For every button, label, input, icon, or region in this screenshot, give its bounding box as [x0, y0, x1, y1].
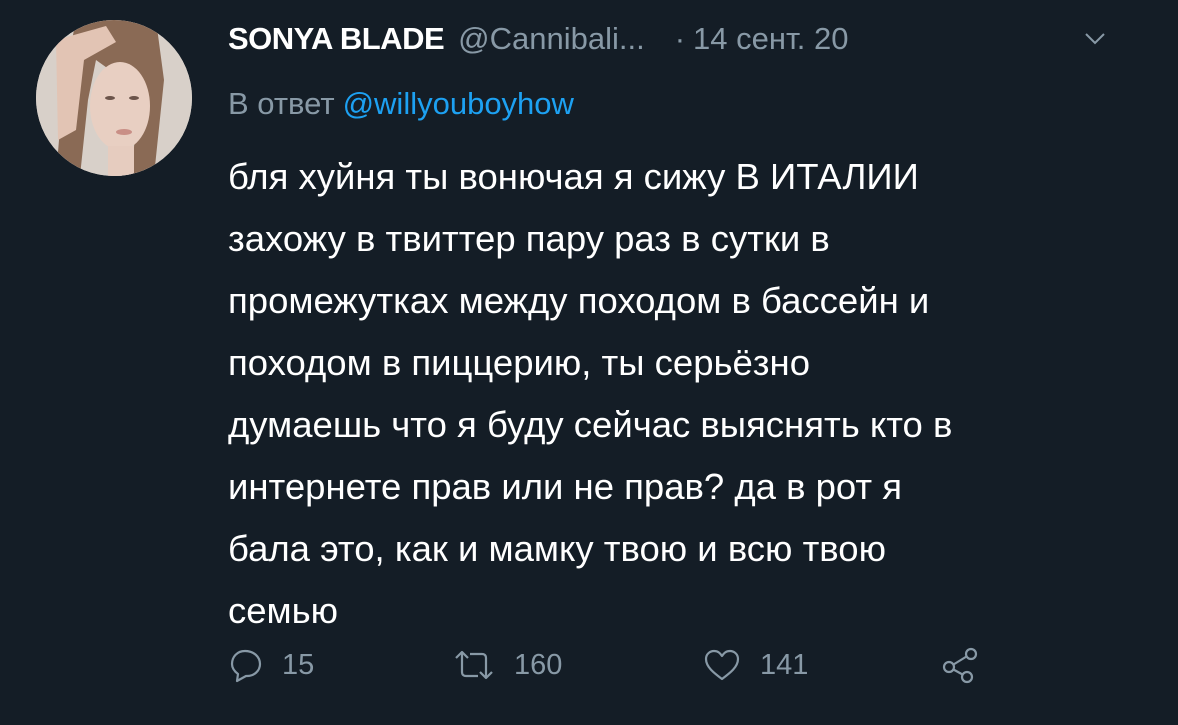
tweet-date[interactable]: 14 сент. 20: [693, 21, 848, 57]
reply-icon: [230, 649, 262, 683]
tweet[interactable]: SONYA BLADE @Cannibali... · 14 сент. 20 …: [0, 0, 1178, 725]
tweet-actions: 15 160 141: [0, 640, 1178, 690]
like-count: 141: [760, 648, 809, 681]
tweet-text: бля хуйня ты вонючая я сижу В ИТАЛИИ зах…: [228, 156, 953, 631]
tweet-header: SONYA BLADE @Cannibali... · 14 сент. 20: [228, 21, 848, 61]
retweet-count: 160: [514, 648, 563, 681]
share-icon: [942, 647, 978, 684]
reply-mention-link[interactable]: @willyouboyhow: [343, 86, 574, 121]
avatar-image: [36, 20, 192, 176]
display-name[interactable]: SONYA BLADE: [228, 21, 445, 57]
retweet-icon: [455, 650, 493, 680]
reply-to-line: В ответ @willyouboyhow: [228, 86, 574, 122]
retweet-button[interactable]: 160: [452, 640, 562, 690]
reply-prefix: В ответ: [228, 86, 335, 121]
reply-count: 15: [282, 648, 315, 681]
chevron-down-icon[interactable]: [1083, 31, 1107, 47]
separator-dot: ·: [674, 21, 686, 56]
user-handle[interactable]: @Cannibali...: [458, 21, 645, 57]
share-button[interactable]: [940, 640, 980, 690]
reply-button[interactable]: 15: [228, 640, 314, 690]
heart-icon: [704, 649, 740, 681]
avatar[interactable]: [36, 20, 192, 176]
like-button[interactable]: 141: [702, 640, 808, 690]
